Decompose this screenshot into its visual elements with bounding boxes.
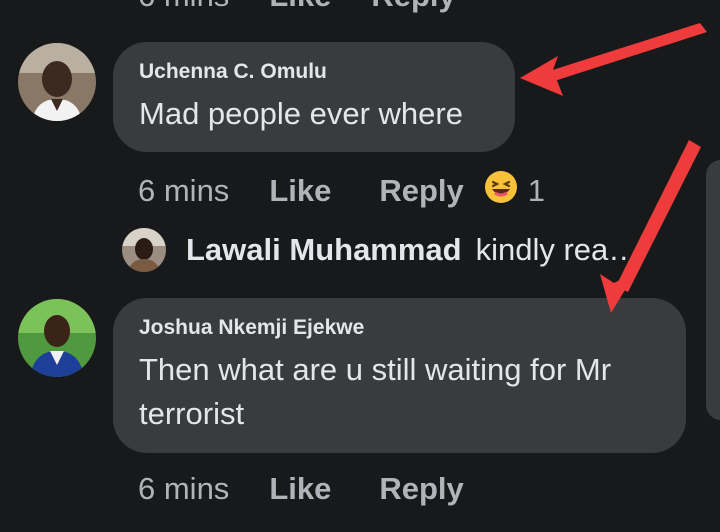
timestamp: 6 mins: [138, 173, 230, 208]
reply-author[interactable]: Lawali Muhammad: [186, 232, 462, 268]
arrow-shaft: [540, 23, 707, 84]
avatar[interactable]: [18, 43, 96, 121]
side-panel-edge: [706, 160, 720, 420]
reply-button[interactable]: Reply: [371, 0, 455, 14]
comment-actions: 6 mins Like Reply: [138, 471, 484, 507]
reply-button[interactable]: Reply: [379, 173, 463, 209]
comment-author[interactable]: Joshua Nkemji Ejekwe: [139, 316, 660, 340]
reply-snippet: kindly rea…: [475, 232, 640, 267]
timestamp: 6 mins: [138, 471, 230, 506]
previous-comment-actions: 6 mins Like Reply: [138, 0, 496, 14]
reply-preview[interactable]: Lawali Muhammad kindly rea…: [122, 228, 682, 272]
avatar[interactable]: [18, 299, 96, 377]
like-button[interactable]: Like: [269, 471, 331, 507]
laughing-face-icon[interactable]: [484, 170, 518, 212]
timestamp: 6 mins: [138, 0, 229, 14]
avatar[interactable]: [122, 228, 166, 272]
comment-text: Mad people ever where: [139, 96, 463, 131]
comment-thread: 6 mins Like Reply Uchenna C. Omulu Mad p…: [0, 0, 720, 532]
comment-author[interactable]: Uchenna C. Omulu: [139, 60, 489, 84]
reply-button[interactable]: Reply: [379, 471, 463, 507]
comment-text: Then what are u still waiting for Mr ter…: [139, 352, 612, 431]
comment-bubble[interactable]: Joshua Nkemji Ejekwe Then what are u sti…: [113, 298, 686, 453]
like-button[interactable]: Like: [269, 173, 331, 209]
like-button[interactable]: Like: [269, 0, 331, 14]
comment-actions: 6 mins Like Reply 1: [138, 170, 545, 212]
reaction-count[interactable]: 1: [528, 173, 545, 209]
comment-bubble[interactable]: Uchenna C. Omulu Mad people ever where: [113, 42, 515, 152]
arrow-head: [520, 56, 563, 96]
